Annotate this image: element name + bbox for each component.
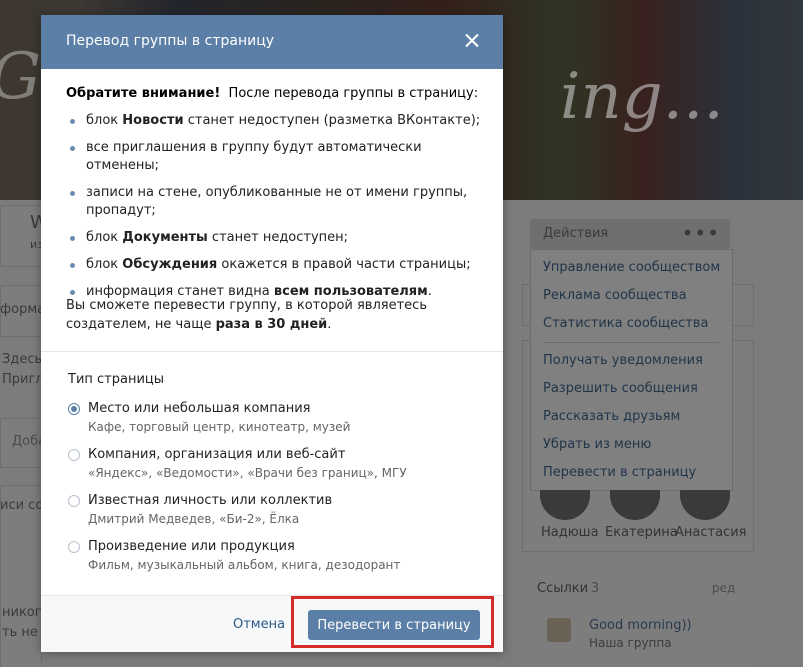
convert-group-dialog: Перевод группы в страницу Обратите внима…	[41, 15, 503, 652]
list-item: блок Документы станет недоступен;	[66, 229, 486, 247]
notice-rest: После перевода группы в страницу:	[228, 86, 479, 101]
info-text-fragment-1: Здесь	[2, 352, 43, 367]
member-name[interactable]: Екатерина	[605, 525, 678, 540]
dialog-footer: Отмена Перевести в страницу	[41, 595, 503, 652]
dialog-title: Перевод группы в страницу	[66, 33, 275, 49]
link-subtitle: Наша группа	[589, 636, 672, 650]
avatar[interactable]	[610, 490, 660, 520]
links-panel: Ссылки 3 ред Good morning)) Наша группа	[522, 568, 752, 667]
menu-item-stats[interactable]: Статистика сообщества	[543, 316, 708, 331]
option-label: Известная личность или коллектив	[88, 493, 333, 508]
consequences-list: блок Новости станет недоступен (разметка…	[66, 112, 486, 310]
cover-text-right: ing...	[560, 60, 724, 134]
link-name[interactable]: Good morning))	[589, 618, 692, 633]
wall-text-fragment-2: ть не	[2, 625, 38, 640]
option-hint: Фильм, музыкальный альбом, книга, дезодо…	[88, 558, 401, 572]
links-title: Ссылки	[537, 581, 589, 596]
members-row: Надюша Екатерина Анастасия	[535, 490, 746, 550]
actions-button[interactable]: Действия •••	[530, 219, 730, 249]
more-dots-icon: •••	[681, 221, 720, 245]
option-label: Произведение или продукция	[88, 539, 295, 554]
cancel-button[interactable]: Отмена	[233, 617, 285, 632]
option-hint: Кафе, торговый центр, кинотеатр, музей	[88, 420, 351, 434]
notice-text: Обратите внимание! После перевода группы…	[66, 85, 486, 103]
menu-item-remove[interactable]: Убрать из меню	[543, 437, 651, 452]
frequency-note: Вы сможете перевести группу, в которой я…	[66, 298, 427, 332]
radio-selected-icon[interactable]	[68, 403, 80, 415]
link-thumbnail	[547, 618, 571, 642]
menu-item-messages[interactable]: Разрешить сообщения	[543, 381, 698, 396]
menu-item-share[interactable]: Рассказать друзьям	[543, 409, 680, 424]
dialog-header: Перевод группы в страницу	[41, 15, 503, 69]
radio-icon[interactable]	[68, 541, 80, 553]
member-name[interactable]: Анастасия	[675, 525, 746, 540]
avatar[interactable]	[680, 490, 730, 520]
option-label: Компания, организация или веб-сайт	[88, 447, 346, 462]
radio-icon[interactable]	[68, 495, 80, 507]
actions-label: Действия	[543, 226, 609, 241]
option-hint: Дмитрий Медведев, «Би-2», Ёлка	[88, 512, 300, 526]
menu-item-convert[interactable]: Перевести в страницу	[543, 465, 696, 480]
option-hint: «Яндекс», «Ведомости», «Врачи без границ…	[88, 466, 407, 480]
menu-divider	[543, 342, 719, 343]
avatar[interactable]	[540, 490, 590, 520]
section-divider	[41, 351, 503, 352]
close-icon[interactable]	[461, 30, 483, 52]
list-item: все приглашения в группу будут автоматич…	[66, 139, 486, 175]
links-edit-link[interactable]: ред	[712, 581, 735, 595]
menu-item-notifications[interactable]: Получать уведомления	[543, 353, 703, 368]
option-label: Место или небольшая компания	[88, 401, 311, 416]
notice-bold: Обратите внимание!	[66, 86, 221, 101]
list-item: записи на стене, опубликованные не от им…	[66, 184, 486, 220]
list-item: блок Обсуждения окажется в правой части …	[66, 256, 486, 274]
list-item: блок Новости станет недоступен (разметка…	[66, 112, 486, 130]
actions-dropdown: Управление сообществом Реклама сообществ…	[530, 249, 733, 491]
convert-to-page-button[interactable]: Перевести в страницу	[308, 610, 480, 640]
menu-item-manage[interactable]: Управление сообществом	[543, 260, 720, 275]
links-count: 3	[591, 581, 600, 596]
member-name[interactable]: Надюша	[541, 525, 599, 540]
page-type-title: Тип страницы	[68, 372, 165, 387]
menu-item-ads[interactable]: Реклама сообщества	[543, 288, 687, 303]
radio-icon[interactable]	[68, 449, 80, 461]
